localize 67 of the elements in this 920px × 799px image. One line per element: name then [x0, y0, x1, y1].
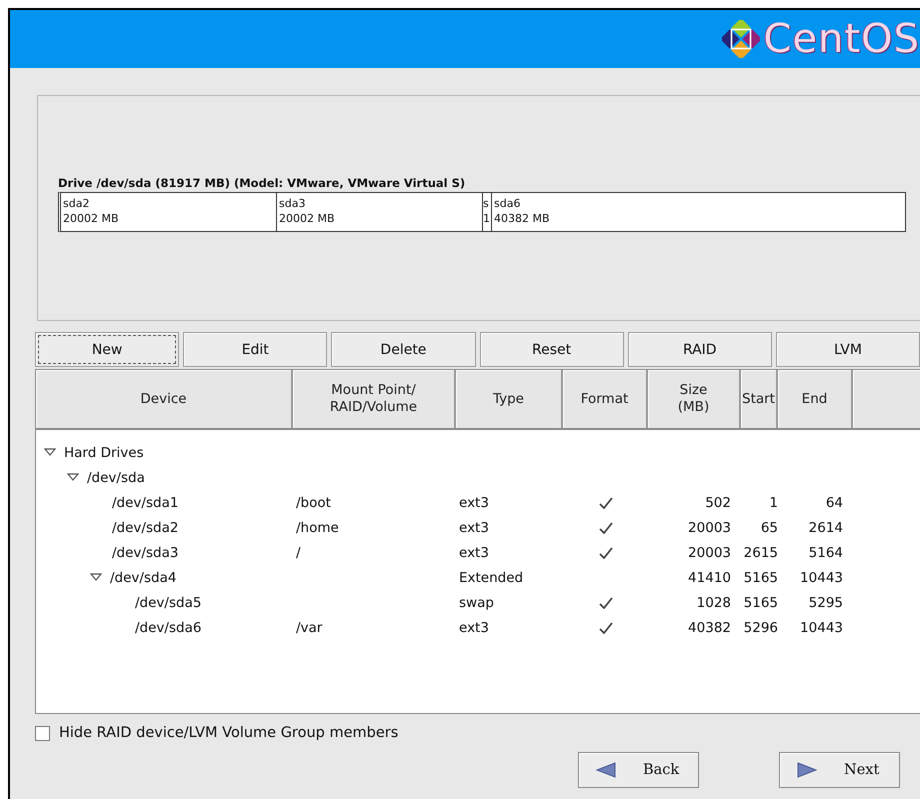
toolbar-button[interactable]: New	[35, 332, 180, 367]
partition-segment[interactable]: sda6 40382 MB	[492, 193, 905, 231]
checkbox-label[interactable]: Hide RAID device/LVM Volume Group members	[59, 725, 398, 741]
toolbar-button[interactable]: Delete	[331, 332, 476, 367]
filesystem-type: swap	[459, 594, 494, 610]
device-name: /dev/sda5	[135, 594, 202, 610]
start-value: 1	[769, 494, 778, 510]
device-name: /dev/sda4	[110, 570, 176, 586]
logo-text: CentOS	[764, 16, 920, 62]
start-value: 5165	[744, 594, 778, 610]
column-header[interactable]: Start	[741, 370, 778, 428]
expander-icon[interactable]	[67, 472, 79, 484]
start-value: 65	[760, 520, 778, 536]
filesystem-type: ext3	[459, 520, 489, 536]
end-value: 64	[826, 494, 843, 510]
toolbar-button[interactable]: Edit	[183, 332, 328, 367]
column-header[interactable]: Format	[563, 370, 648, 428]
column-header	[853, 370, 920, 428]
left-arrow-icon	[595, 762, 617, 778]
filesystem-type: Extended	[459, 570, 524, 586]
filesystem-type: ext3	[459, 544, 489, 560]
expander-icon[interactable]	[44, 446, 56, 458]
mount-point: /home	[296, 520, 339, 536]
logo-icon	[722, 20, 760, 58]
toolbar-button[interactable]: LVM	[776, 332, 920, 367]
column-header[interactable]: Device	[36, 370, 293, 428]
size-value: 20003	[688, 520, 731, 536]
start-value: 2615	[744, 544, 778, 560]
right-arrow-icon	[796, 762, 818, 778]
size-value: 20003	[688, 544, 731, 560]
filesystem-type: ext3	[459, 494, 489, 510]
partition-segment[interactable]: sda3 20002 MB	[277, 193, 483, 231]
toolbar-button[interactable]: RAID	[628, 332, 772, 367]
next-button[interactable]: Next	[779, 752, 900, 788]
device-name: /dev/sda	[87, 470, 145, 486]
device-name: /dev/sda3	[112, 544, 178, 560]
device-name: /dev/sda2	[112, 520, 178, 536]
mount-point: /	[296, 544, 301, 560]
size-value: 40382	[688, 620, 731, 636]
table-row[interactable]: /dev/sda4 Extended 41410 5165 10443	[36, 565, 920, 590]
checkbox[interactable]	[35, 726, 50, 740]
column-header[interactable]: Mount Point/ RAID/Volume	[293, 370, 456, 428]
back-button[interactable]: Back	[578, 752, 699, 788]
expander-icon[interactable]	[90, 572, 102, 584]
end-value: 10443	[800, 620, 843, 636]
end-value: 2614	[808, 520, 843, 536]
column-header[interactable]: End	[778, 370, 853, 428]
end-value: 10443	[800, 570, 843, 586]
partition-segment[interactable]: sda2 20002 MB	[61, 193, 277, 231]
size-value: 1028	[696, 594, 731, 610]
end-value: 5295	[808, 594, 843, 610]
size-value: 41410	[688, 570, 731, 586]
device-name: /dev/sda1	[112, 494, 178, 510]
column-header[interactable]: Type	[456, 370, 563, 428]
start-value: 5165	[744, 570, 778, 586]
toolbar-button[interactable]: Reset	[480, 332, 624, 367]
column-header[interactable]: Size (MB)	[648, 370, 741, 428]
mount-point: /boot	[296, 494, 331, 510]
size-value: 502	[705, 494, 731, 510]
device-name: Hard Drives	[64, 444, 144, 460]
mount-point: /var	[296, 620, 322, 636]
filesystem-type: ext3	[459, 620, 489, 636]
device-name: /dev/sda6	[135, 620, 202, 636]
start-value: 5296	[744, 620, 778, 636]
partition-segment[interactable]: s 1	[483, 193, 492, 231]
drive-title: Drive /dev/sda (81917 MB) (Model: VMware, VMware Virtual S)	[58, 176, 466, 190]
end-value: 5164	[808, 544, 843, 560]
